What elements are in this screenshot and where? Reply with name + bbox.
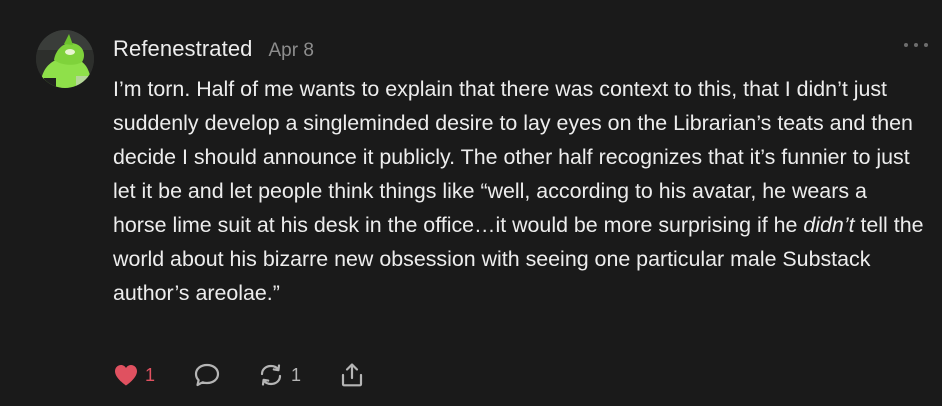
author-name[interactable]: Refenestrated — [113, 36, 253, 62]
comment-bubble-icon — [193, 362, 221, 388]
like-count: 1 — [145, 364, 156, 385]
restack-icon — [257, 362, 285, 388]
like-button[interactable]: 1 — [113, 363, 155, 387]
comment-body-emphasis: didn’t — [803, 213, 855, 237]
share-icon — [339, 362, 365, 388]
avatar-image — [36, 30, 94, 88]
comment-header: Refenestrated Apr 8 — [113, 36, 314, 62]
more-options-icon[interactable] — [904, 40, 928, 50]
avatar[interactable] — [36, 30, 94, 88]
comment-body: I’m torn. Half of me wants to explain th… — [113, 72, 925, 310]
comment-date[interactable]: Apr 8 — [269, 40, 314, 62]
comment-card: Refenestrated Apr 8 I’m torn. Half of me… — [0, 0, 942, 406]
restack-button[interactable]: 1 — [257, 362, 301, 388]
share-button[interactable] — [339, 362, 365, 388]
reply-button[interactable] — [193, 362, 221, 388]
restack-count: 1 — [291, 364, 302, 385]
comment-actions: 1 1 — [113, 358, 365, 392]
heart-icon — [113, 363, 139, 387]
comment-body-part-1: I’m torn. Half of me wants to explain th… — [113, 77, 913, 237]
